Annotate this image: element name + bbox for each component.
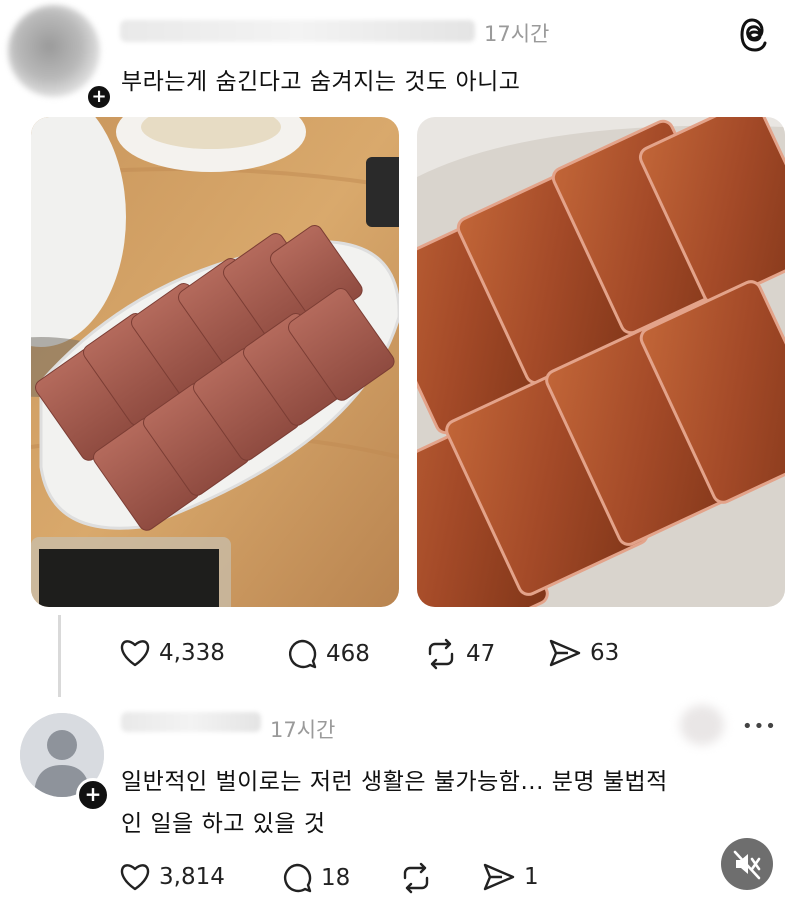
reply-like-count: 3,814 bbox=[159, 864, 225, 890]
reply-comment-button[interactable]: 18 bbox=[281, 862, 350, 894]
repost-count: 47 bbox=[466, 641, 496, 667]
reply-timestamp: 17시간 bbox=[270, 718, 336, 742]
reply-author-blurred[interactable] bbox=[121, 712, 261, 732]
comment-bubble-icon bbox=[284, 863, 312, 893]
share-count: 63 bbox=[590, 640, 620, 666]
post-photo-2[interactable] bbox=[417, 117, 785, 607]
reply-comment-count: 18 bbox=[321, 865, 351, 891]
like-count: 4,338 bbox=[159, 640, 225, 666]
post-photo-1[interactable] bbox=[31, 117, 399, 607]
reply-share-button[interactable]: 1 bbox=[482, 862, 539, 892]
thread-connector-line bbox=[58, 615, 61, 697]
repost-icon bbox=[428, 638, 454, 670]
reply-text-line-1: 일반적인 벌이로는 저런 생활은 불가능함... 분명 불법적 bbox=[121, 769, 668, 795]
follow-plus-icon[interactable]: + bbox=[85, 83, 113, 111]
heart-icon bbox=[120, 640, 150, 667]
post-text: 부라는게 숨긴다고 숨겨지는 것도 아니고 bbox=[121, 69, 521, 95]
comment-count: 468 bbox=[326, 641, 370, 667]
heart-icon bbox=[120, 864, 150, 891]
reply-repost-button[interactable] bbox=[399, 862, 441, 894]
reply-blurred-avatar bbox=[680, 705, 724, 745]
author-name-blurred[interactable] bbox=[120, 20, 475, 42]
follow-plus-icon-reply[interactable]: + bbox=[76, 778, 110, 812]
speaker-muted-icon bbox=[733, 850, 761, 880]
reply-like-button[interactable]: 3,814 bbox=[119, 862, 225, 892]
comment-button[interactable]: 468 bbox=[286, 638, 370, 670]
reply-text-line-2: 인 일을 하고 있을 것 bbox=[121, 811, 326, 837]
share-button[interactable]: 63 bbox=[548, 638, 619, 668]
repost-icon bbox=[403, 862, 429, 894]
repost-button[interactable]: 47 bbox=[424, 638, 495, 670]
threads-logo-icon[interactable] bbox=[738, 18, 772, 52]
send-icon bbox=[549, 639, 581, 667]
more-options-icon[interactable]: ••• bbox=[742, 716, 777, 737]
send-icon bbox=[483, 863, 515, 891]
reply-share-count: 1 bbox=[524, 864, 539, 890]
author-avatar[interactable] bbox=[8, 5, 100, 97]
mute-button[interactable] bbox=[721, 838, 773, 890]
post-timestamp: 17시간 bbox=[484, 22, 550, 46]
like-button[interactable]: 4,338 bbox=[119, 638, 225, 668]
comment-bubble-icon bbox=[289, 639, 317, 669]
